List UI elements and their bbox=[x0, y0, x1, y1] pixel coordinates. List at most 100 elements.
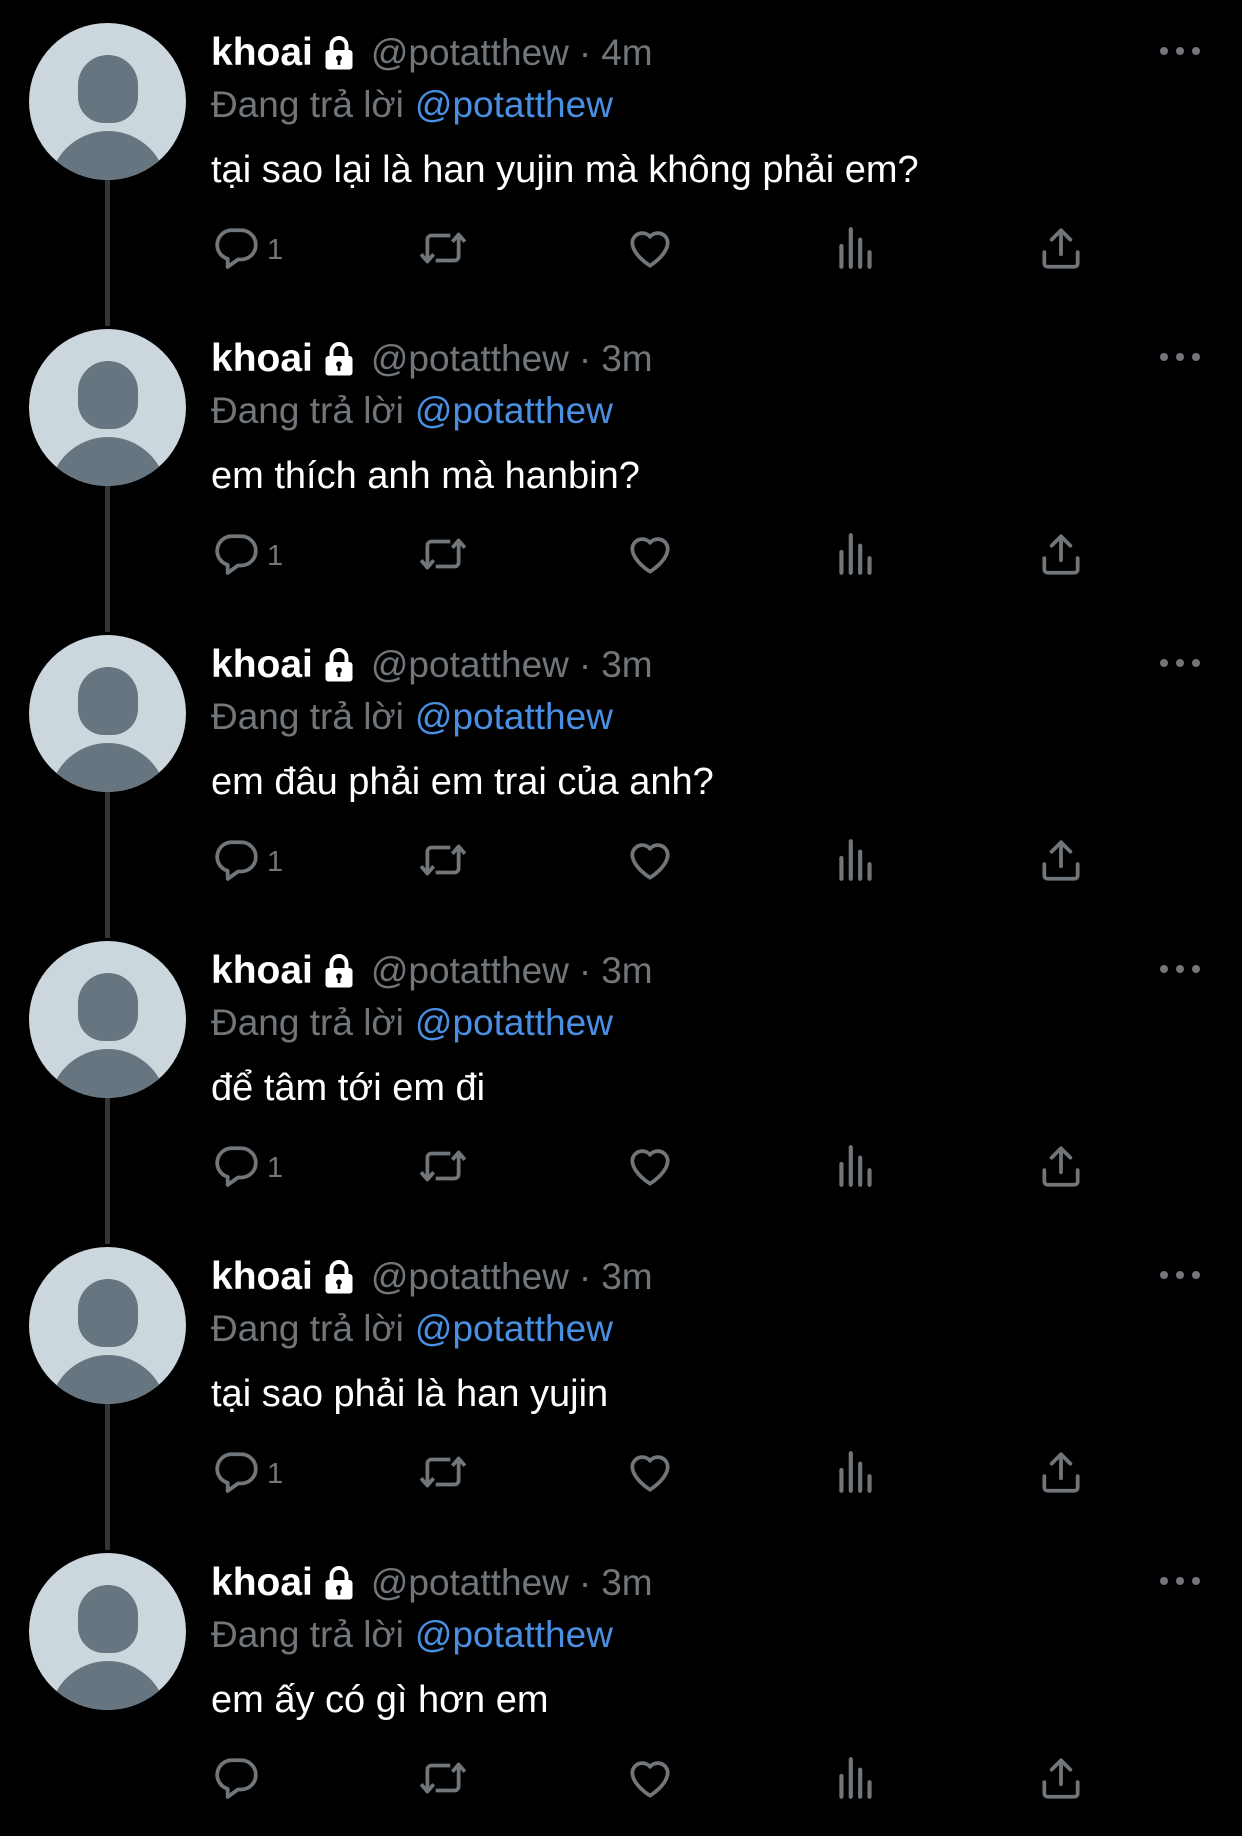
avatar[interactable] bbox=[29, 1553, 186, 1710]
retweet-icon bbox=[418, 1753, 468, 1808]
share-button[interactable] bbox=[1036, 526, 1086, 586]
reply-icon bbox=[211, 529, 261, 584]
user-handle[interactable]: @potatthew bbox=[371, 32, 569, 74]
tweet-text: để tâm tới em đi bbox=[211, 1067, 486, 1109]
replying-to: Đang trả lời @potatthew bbox=[211, 692, 613, 742]
reply-button[interactable]: 1 bbox=[211, 832, 283, 892]
default-avatar-body bbox=[49, 1049, 167, 1098]
tweet[interactable]: khoai @potatthew · 3m Đang trả lời @potatthew… bbox=[0, 1530, 1242, 1836]
user-handle[interactable]: @potatthew bbox=[371, 338, 569, 380]
user-handle[interactable]: @potatthew bbox=[371, 1562, 569, 1604]
retweet-button[interactable] bbox=[418, 1444, 468, 1504]
reply-button[interactable]: 1 bbox=[211, 1444, 283, 1504]
default-avatar-body bbox=[49, 131, 167, 180]
share-button[interactable] bbox=[1036, 1138, 1086, 1198]
share-icon bbox=[1036, 835, 1086, 890]
avatar[interactable] bbox=[29, 1247, 186, 1404]
replying-to-label: Đang trả lời bbox=[211, 1308, 404, 1349]
replying-to-label: Đang trả lời bbox=[211, 390, 404, 431]
retweet-button[interactable] bbox=[418, 1138, 468, 1198]
default-avatar-body bbox=[49, 437, 167, 486]
mention-link[interactable]: @potatthew bbox=[415, 390, 613, 432]
views-icon bbox=[831, 1753, 881, 1808]
retweet-button[interactable] bbox=[418, 526, 468, 586]
retweet-icon bbox=[418, 1141, 468, 1196]
timestamp[interactable]: 4m bbox=[601, 32, 652, 74]
mention-link[interactable]: @potatthew bbox=[415, 1614, 613, 1656]
like-button[interactable] bbox=[625, 1444, 675, 1504]
like-button[interactable] bbox=[625, 526, 675, 586]
retweet-button[interactable] bbox=[418, 832, 468, 892]
share-button[interactable] bbox=[1036, 1444, 1086, 1504]
timestamp[interactable]: 3m bbox=[601, 338, 652, 380]
views-button[interactable] bbox=[831, 832, 881, 892]
user-handle[interactable]: @potatthew bbox=[371, 644, 569, 686]
avatar[interactable] bbox=[29, 329, 186, 486]
avatar[interactable] bbox=[29, 23, 186, 180]
reply-button[interactable]: 1 bbox=[211, 220, 283, 280]
mention-link[interactable]: @potatthew bbox=[415, 1308, 613, 1350]
views-button[interactable] bbox=[831, 526, 881, 586]
tweet[interactable]: khoai @potatthew · 3m Đang trả lời @potatthew… bbox=[0, 612, 1242, 938]
like-button[interactable] bbox=[625, 220, 675, 280]
more-icon[interactable] bbox=[1156, 36, 1204, 66]
reply-icon bbox=[211, 223, 261, 278]
views-button[interactable] bbox=[831, 1444, 881, 1504]
views-button[interactable] bbox=[831, 1750, 881, 1810]
share-button[interactable] bbox=[1036, 220, 1086, 280]
action-bar: 1 bbox=[0, 832, 1242, 902]
avatar[interactable] bbox=[29, 941, 186, 1098]
tweet-text: em ấy có gì hơn em bbox=[211, 1679, 549, 1721]
tweet-text: tại sao phải là han yujin bbox=[211, 1373, 609, 1415]
like-button[interactable] bbox=[625, 1138, 675, 1198]
separator-dot: · bbox=[578, 1256, 592, 1297]
replying-to: Đang trả lời @potatthew bbox=[211, 1610, 613, 1660]
timestamp[interactable]: 3m bbox=[601, 644, 652, 686]
user-handle[interactable]: @potatthew bbox=[371, 950, 569, 992]
reply-button[interactable]: 1 bbox=[211, 1138, 283, 1198]
lock-icon bbox=[321, 952, 357, 990]
timestamp[interactable]: 3m bbox=[601, 1562, 652, 1604]
retweet-icon bbox=[418, 1447, 468, 1502]
share-button[interactable] bbox=[1036, 832, 1086, 892]
more-icon[interactable] bbox=[1156, 1566, 1204, 1596]
reply-button[interactable]: 1 bbox=[211, 526, 283, 586]
retweet-button[interactable] bbox=[418, 1750, 468, 1810]
tweet[interactable]: khoai @potatthew · 3m Đang trả lời @potatthew… bbox=[0, 1224, 1242, 1550]
display-name[interactable]: khoai bbox=[211, 1561, 313, 1605]
retweet-button[interactable] bbox=[418, 220, 468, 280]
views-icon bbox=[831, 223, 881, 278]
display-name[interactable]: khoai bbox=[211, 337, 313, 381]
like-button[interactable] bbox=[625, 1750, 675, 1810]
more-icon[interactable] bbox=[1156, 954, 1204, 984]
default-avatar-head bbox=[78, 667, 138, 735]
views-icon bbox=[831, 529, 881, 584]
tweet[interactable]: khoai @potatthew · 4m Đang trả lời @potatthew… bbox=[0, 0, 1242, 326]
like-button[interactable] bbox=[625, 832, 675, 892]
tweet[interactable]: khoai @potatthew · 3m Đang trả lời @potatthew… bbox=[0, 306, 1242, 632]
timestamp[interactable]: 3m bbox=[601, 1256, 652, 1298]
display-name[interactable]: khoai bbox=[211, 949, 313, 993]
action-bar: 1 bbox=[0, 526, 1242, 596]
share-icon bbox=[1036, 223, 1086, 278]
views-button[interactable] bbox=[831, 220, 881, 280]
more-icon[interactable] bbox=[1156, 342, 1204, 372]
more-icon[interactable] bbox=[1156, 1260, 1204, 1290]
avatar[interactable] bbox=[29, 635, 186, 792]
reply-count: 1 bbox=[267, 539, 284, 572]
display-name[interactable]: khoai bbox=[211, 1255, 313, 1299]
share-button[interactable] bbox=[1036, 1750, 1086, 1810]
timestamp[interactable]: 3m bbox=[601, 950, 652, 992]
default-avatar-body bbox=[49, 743, 167, 792]
more-icon[interactable] bbox=[1156, 648, 1204, 678]
user-handle[interactable]: @potatthew bbox=[371, 1256, 569, 1298]
mention-link[interactable]: @potatthew bbox=[415, 696, 613, 738]
tweet[interactable]: khoai @potatthew · 3m Đang trả lời @potatthew… bbox=[0, 918, 1242, 1244]
views-button[interactable] bbox=[831, 1138, 881, 1198]
display-name[interactable]: khoai bbox=[211, 31, 313, 75]
separator-dot: · bbox=[578, 950, 592, 991]
mention-link[interactable]: @potatthew bbox=[415, 84, 613, 126]
mention-link[interactable]: @potatthew bbox=[415, 1002, 613, 1044]
display-name[interactable]: khoai bbox=[211, 643, 313, 687]
reply-button[interactable] bbox=[211, 1750, 267, 1810]
